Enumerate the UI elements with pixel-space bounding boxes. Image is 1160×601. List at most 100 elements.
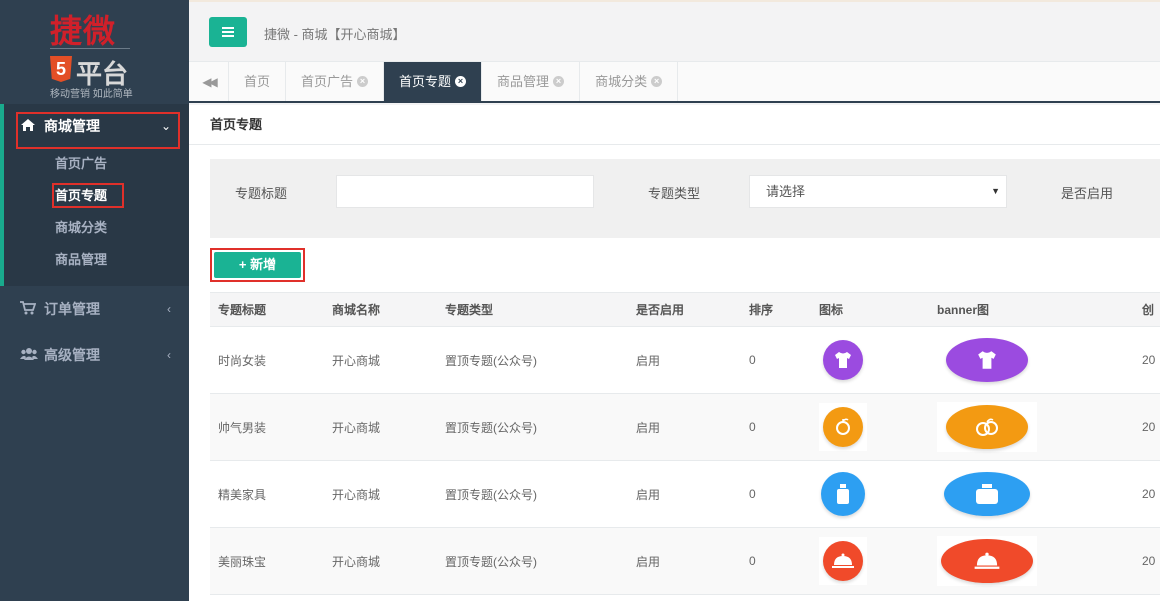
column-header[interactable]: 创	[1134, 292, 1160, 327]
nav-group-mall: 商城管理 ⌄ 首页广告 首页专题 商城分类 商品管理	[0, 104, 189, 286]
sidebar-item-product-management[interactable]: 商品管理	[4, 244, 189, 276]
tshirt-icon	[946, 338, 1028, 382]
nav-advanced-management[interactable]: 高级管理 ‹	[0, 332, 189, 378]
tab-product-management[interactable]: 商品管理 ×	[482, 62, 581, 101]
table-row[interactable]: 时尚女装 开心商城 置顶专题(公众号) 启用 0 20	[210, 326, 1160, 394]
row-icon-image	[819, 403, 867, 451]
cell-created: 20	[1134, 393, 1160, 461]
title-filter-input[interactable]	[336, 175, 594, 208]
cell-title: 精美家具	[210, 460, 324, 528]
cell-type: 置顶专题(公众号)	[437, 393, 628, 461]
sidebar: 捷微 5 平台 移动营销 如此简单 商城管理 ⌄ 首页广告 首页专题 商城分类 …	[0, 0, 189, 601]
hamburger-icon	[222, 27, 234, 37]
row-icon-image	[819, 537, 867, 585]
row-banner-image	[937, 536, 1037, 586]
add-button[interactable]: + 新增	[214, 252, 301, 278]
row-banner-image	[937, 335, 1037, 385]
cloche-icon	[823, 541, 863, 581]
bottle-icon	[821, 472, 865, 516]
cloche-icon	[941, 539, 1033, 583]
row-banner-image	[937, 469, 1037, 519]
double-chevron-left-icon: ◀◀	[202, 74, 218, 89]
bottle-icon	[944, 472, 1030, 516]
close-icon[interactable]: ×	[553, 76, 565, 87]
chevron-left-icon: ‹	[167, 348, 171, 362]
sidebar-item-home-topics[interactable]: 首页专题	[4, 180, 189, 212]
table-row[interactable]: 帅气男装 开心商城 置顶专题(公众号) 启用 0 20	[210, 393, 1160, 461]
users-icon	[20, 347, 38, 364]
cell-title: 美丽珠宝	[210, 527, 324, 595]
cell-created: 20	[1134, 460, 1160, 528]
enabled-filter-label: 是否启用	[1061, 186, 1114, 201]
tab-mall-category[interactable]: 商城分类 ×	[580, 62, 679, 101]
main-content: 首页专题 专题标题 专题类型 请选择 ▼ 是否启用 + 新增 专题标题 商城名称…	[189, 105, 1160, 601]
row-icon-image	[819, 336, 867, 384]
column-header[interactable]: 是否启用	[628, 292, 741, 327]
cell-type: 置顶专题(公众号)	[437, 326, 628, 394]
cell-order: 0	[741, 393, 811, 461]
close-icon[interactable]: ×	[651, 76, 663, 87]
tab-bar: ◀◀ 首页 首页广告 × 首页专题 × 商品管理 × 商城分类 ×	[189, 62, 1160, 103]
tab-label: 首页专题	[399, 74, 452, 89]
row-icon-image	[819, 470, 867, 518]
nav-group-advanced: 高级管理 ‹	[0, 332, 189, 378]
column-header[interactable]: banner图	[929, 292, 1134, 327]
cell-title: 帅气男装	[210, 393, 324, 461]
cell-created: 20	[1134, 326, 1160, 394]
logo-slogan: 移动营销 如此简单	[50, 89, 133, 100]
tab-home-ads[interactable]: 首页广告 ×	[286, 62, 385, 101]
topics-table: 专题标题 商城名称 专题类型 是否启用 排序 图标 banner图 创 时尚女装…	[210, 292, 1160, 595]
orange-fruit-icon	[946, 405, 1028, 449]
cell-enabled: 启用	[628, 527, 741, 595]
highlight-box	[52, 183, 124, 208]
column-header[interactable]: 专题标题	[210, 292, 324, 327]
row-banner-image	[937, 402, 1037, 452]
menu-toggle-button[interactable]	[209, 17, 247, 47]
nav-advanced-label: 高级管理	[44, 347, 100, 363]
nav-order-management[interactable]: 订单管理 ‹	[0, 286, 189, 332]
column-header[interactable]: 排序	[741, 292, 811, 327]
tshirt-icon	[823, 340, 863, 380]
highlight-box	[16, 112, 180, 149]
orange-fruit-icon	[823, 407, 863, 447]
sidebar-item-home-ads[interactable]: 首页广告	[4, 148, 189, 180]
column-header[interactable]: 专题类型	[437, 292, 628, 327]
tab-home[interactable]: 首页	[229, 62, 287, 101]
caret-down-icon: ▼	[991, 186, 1000, 196]
type-filter-select[interactable]: 请选择 ▼	[749, 175, 1007, 208]
close-icon[interactable]: ×	[455, 76, 467, 87]
breadcrumb: 捷微 - 商城【开心商城】	[264, 27, 406, 42]
nav-order-label: 订单管理	[44, 301, 100, 317]
tab-label: 商品管理	[497, 74, 550, 89]
cell-type: 置顶专题(公众号)	[437, 460, 628, 528]
tab-label: 首页	[244, 74, 271, 89]
logo-divider	[50, 48, 130, 49]
cell-order: 0	[741, 326, 811, 394]
cell-order: 0	[741, 460, 811, 528]
column-header[interactable]: 图标	[811, 292, 929, 327]
column-header[interactable]: 商城名称	[324, 292, 437, 327]
close-icon[interactable]: ×	[357, 76, 369, 87]
tab-label: 商城分类	[595, 74, 648, 89]
nav-group-orders: 订单管理 ‹	[0, 286, 189, 332]
cart-icon	[20, 300, 38, 318]
tab-home-topics[interactable]: 首页专题 ×	[384, 62, 483, 101]
cell-enabled: 启用	[628, 393, 741, 461]
table-row[interactable]: 精美家具 开心商城 置顶专题(公众号) 启用 0 20	[210, 460, 1160, 528]
html5-icon: 5	[50, 56, 72, 82]
cell-enabled: 启用	[628, 460, 741, 528]
cell-mall: 开心商城	[324, 393, 437, 461]
chevron-left-icon: ‹	[167, 302, 171, 316]
title-filter-label: 专题标题	[235, 186, 288, 201]
cell-mall: 开心商城	[324, 460, 437, 528]
top-bar: 捷微 - 商城【开心商城】	[189, 0, 1160, 62]
tab-label: 首页广告	[301, 74, 354, 89]
type-filter-label: 专题类型	[648, 186, 701, 201]
select-value: 请选择	[766, 184, 806, 199]
sidebar-item-mall-category[interactable]: 商城分类	[4, 212, 189, 244]
logo-name: 捷微	[50, 12, 117, 50]
cell-order: 0	[741, 527, 811, 595]
tab-scroll-left-button[interactable]: ◀◀	[189, 62, 229, 101]
cell-mall: 开心商城	[324, 326, 437, 394]
table-row[interactable]: 美丽珠宝 开心商城 置顶专题(公众号) 启用 0 20	[210, 527, 1160, 595]
